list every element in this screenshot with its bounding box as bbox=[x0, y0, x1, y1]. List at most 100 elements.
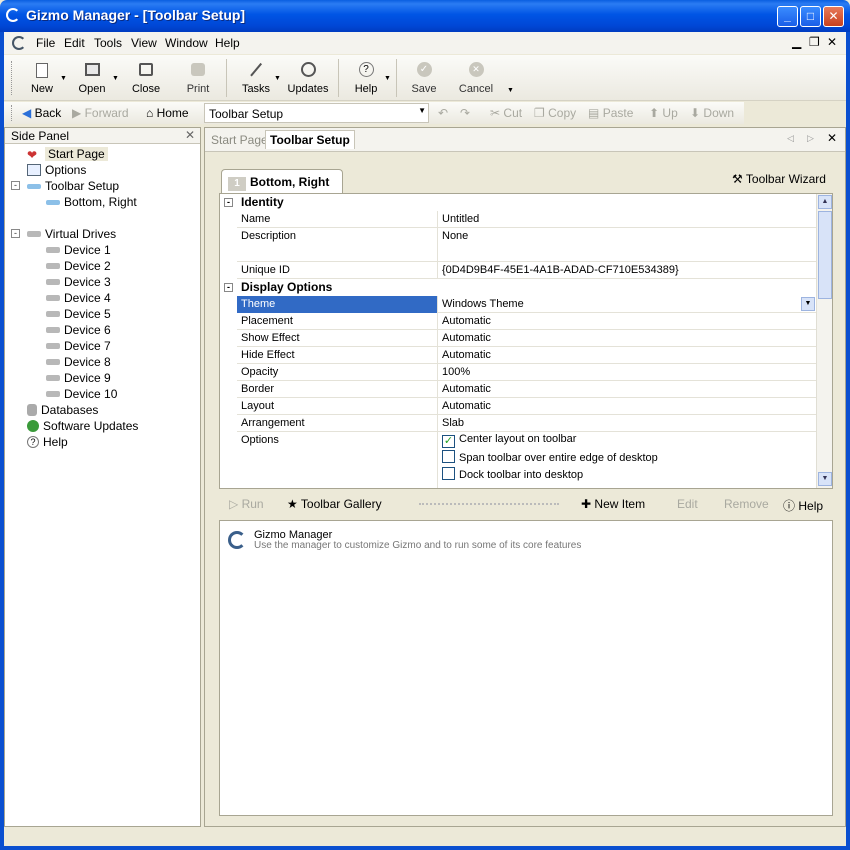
property-value[interactable]: Slab bbox=[442, 417, 464, 429]
tasks-button[interactable]: Tasks bbox=[238, 57, 274, 99]
tree-item-databases[interactable]: Databases bbox=[27, 402, 98, 418]
checkbox-icon[interactable] bbox=[442, 450, 455, 463]
property-scrollbar[interactable]: ▲ ▼ bbox=[816, 194, 832, 488]
open-dropdown-icon[interactable]: ▼ bbox=[112, 75, 119, 82]
help-action-button[interactable]: ⓘ Help bbox=[783, 497, 823, 514]
menu-view[interactable]: View bbox=[131, 36, 157, 50]
checkbox-icon[interactable] bbox=[442, 467, 455, 480]
forward-button[interactable]: ▶ Forward bbox=[72, 106, 129, 120]
option-dock-toolbar[interactable]: Dock toolbar into desktop bbox=[442, 467, 583, 481]
tree-item-device-5[interactable]: Device 5 bbox=[46, 306, 111, 322]
property-value[interactable]: Automatic bbox=[442, 332, 491, 344]
tree-item-help[interactable]: ? Help bbox=[27, 434, 68, 450]
run-button[interactable]: ▷ Run bbox=[229, 497, 264, 511]
undo-button[interactable]: ↶ bbox=[438, 106, 448, 120]
location-combo[interactable]: Toolbar Setup ▼ bbox=[204, 103, 429, 123]
property-row[interactable]: Name Untitled bbox=[237, 211, 817, 228]
property-row[interactable]: Layout Automatic bbox=[237, 398, 817, 415]
property-value[interactable]: Automatic bbox=[442, 383, 491, 395]
scroll-down-icon[interactable]: ▼ bbox=[818, 472, 832, 486]
property-value[interactable]: None bbox=[442, 230, 468, 242]
home-button[interactable]: ⌂ Home bbox=[146, 106, 189, 120]
toolbar-wizard-button[interactable]: ⚒ Toolbar Wizard bbox=[732, 172, 826, 186]
collapse-icon[interactable]: - bbox=[224, 283, 233, 292]
tree-item-toolbar-setup[interactable]: Toolbar Setup bbox=[27, 178, 119, 194]
save-button[interactable]: ✓ Save bbox=[406, 57, 442, 99]
menu-window[interactable]: Window bbox=[165, 36, 208, 50]
maximize-button[interactable]: □ bbox=[800, 6, 821, 27]
tree-item-device-9[interactable]: Device 9 bbox=[46, 370, 111, 386]
tab-start-page[interactable]: Start Page bbox=[211, 133, 268, 147]
cut-button[interactable]: ✂ Cut bbox=[490, 106, 522, 120]
toolbar-grip[interactable] bbox=[11, 61, 14, 95]
scroll-thumb[interactable] bbox=[818, 211, 832, 299]
tab-bottom-right[interactable]: 1 Bottom, Right bbox=[221, 169, 343, 193]
collapse-icon[interactable]: - bbox=[224, 198, 233, 207]
property-value[interactable]: Untitled bbox=[442, 213, 479, 225]
menu-file[interactable]: File bbox=[36, 36, 55, 50]
tree-item-options[interactable]: Options bbox=[27, 162, 86, 178]
edit-button[interactable]: Edit bbox=[677, 497, 698, 511]
theme-select[interactable]: Windows Theme bbox=[442, 298, 524, 310]
copy-button[interactable]: ❐ Copy bbox=[534, 106, 576, 120]
scroll-up-icon[interactable]: ▲ bbox=[818, 195, 832, 209]
new-item-button[interactable]: ✚ New Item bbox=[581, 497, 645, 511]
redo-button[interactable]: ↷ bbox=[460, 106, 470, 120]
property-row[interactable]: Opacity 100% bbox=[237, 364, 817, 381]
tab-scroll-right-icon[interactable]: ▷ bbox=[807, 133, 814, 144]
cancel-button[interactable]: ✕ Cancel bbox=[456, 57, 496, 99]
print-button[interactable]: Print bbox=[180, 57, 216, 99]
new-dropdown-icon[interactable]: ▼ bbox=[60, 75, 67, 82]
tree-item-device-6[interactable]: Device 6 bbox=[46, 322, 111, 338]
tree-item-device-7[interactable]: Device 7 bbox=[46, 338, 111, 354]
close-button[interactable]: Close bbox=[128, 57, 164, 99]
collapse-icon[interactable]: - bbox=[11, 229, 20, 238]
toolbar-gallery-button[interactable]: ★ Toolbar Gallery bbox=[287, 497, 382, 511]
back-button[interactable]: ◀ Back bbox=[22, 106, 61, 120]
close-tab-icon[interactable]: ✕ bbox=[827, 131, 837, 145]
paste-button[interactable]: ▤ Paste bbox=[588, 106, 633, 120]
help-button[interactable]: ? Help bbox=[348, 57, 384, 99]
property-row[interactable]: Placement Automatic bbox=[237, 313, 817, 330]
option-span-toolbar[interactable]: Span toolbar over entire edge of desktop bbox=[442, 450, 658, 464]
property-value[interactable]: {0D4D9B4F-45E1-4A1B-ADAD-CF710E534389} bbox=[442, 264, 679, 276]
help-dropdown-icon[interactable]: ▼ bbox=[384, 75, 391, 82]
property-row[interactable]: Show Effect Automatic bbox=[237, 330, 817, 347]
splitter-grip[interactable] bbox=[419, 503, 559, 505]
tree-item-bottom-right[interactable]: Bottom, Right bbox=[46, 194, 137, 210]
close-window-button[interactable]: ✕ bbox=[823, 6, 844, 27]
tree-item-device-4[interactable]: Device 4 bbox=[46, 290, 111, 306]
category-display-options[interactable]: - Display Options bbox=[220, 279, 817, 296]
mdi-close-icon[interactable]: ✕ bbox=[827, 35, 837, 49]
mdi-minimize-icon[interactable]: ▁ bbox=[792, 35, 801, 49]
property-value[interactable]: Automatic bbox=[442, 349, 491, 361]
minimize-button[interactable]: _ bbox=[777, 6, 798, 27]
menu-tools[interactable]: Tools bbox=[94, 36, 122, 50]
option-center-layout[interactable]: ✓ Center layout on toolbar bbox=[442, 433, 576, 448]
tree-item-start-page[interactable]: ❤ Start Page bbox=[27, 146, 108, 162]
open-button[interactable]: Open bbox=[72, 57, 112, 99]
menu-edit[interactable]: Edit bbox=[64, 36, 85, 50]
chevron-down-icon[interactable]: ▼ bbox=[801, 297, 815, 311]
checkbox-checked-icon[interactable]: ✓ bbox=[442, 435, 455, 448]
property-value[interactable]: Automatic bbox=[442, 400, 491, 412]
tree-item-device-10[interactable]: Device 10 bbox=[46, 386, 117, 402]
property-row[interactable]: Unique ID {0D4D9B4F-45E1-4A1B-ADAD-CF710E… bbox=[237, 262, 817, 279]
tab-toolbar-setup[interactable]: Toolbar Setup bbox=[265, 130, 355, 149]
property-value[interactable]: 100% bbox=[442, 366, 470, 378]
menu-help[interactable]: Help bbox=[215, 36, 240, 50]
nav-grip[interactable] bbox=[11, 105, 14, 121]
property-row[interactable]: Border Automatic bbox=[237, 381, 817, 398]
remove-button[interactable]: Remove bbox=[724, 497, 769, 511]
close-icon[interactable]: ✕ bbox=[185, 128, 195, 142]
tasks-dropdown-icon[interactable]: ▼ bbox=[274, 75, 281, 82]
property-value[interactable]: Automatic bbox=[442, 315, 491, 327]
tab-scroll-left-icon[interactable]: ◁ bbox=[787, 133, 794, 144]
category-identity[interactable]: - Identity bbox=[220, 194, 817, 211]
tree-item-virtual-drives[interactable]: Virtual Drives bbox=[27, 226, 116, 242]
system-menu-icon[interactable] bbox=[12, 36, 26, 50]
chevron-down-icon[interactable]: ▼ bbox=[418, 106, 426, 115]
mdi-restore-icon[interactable]: ❐ bbox=[809, 35, 820, 49]
tree-item-device-3[interactable]: Device 3 bbox=[46, 274, 111, 290]
property-row[interactable]: Hide Effect Automatic bbox=[237, 347, 817, 364]
